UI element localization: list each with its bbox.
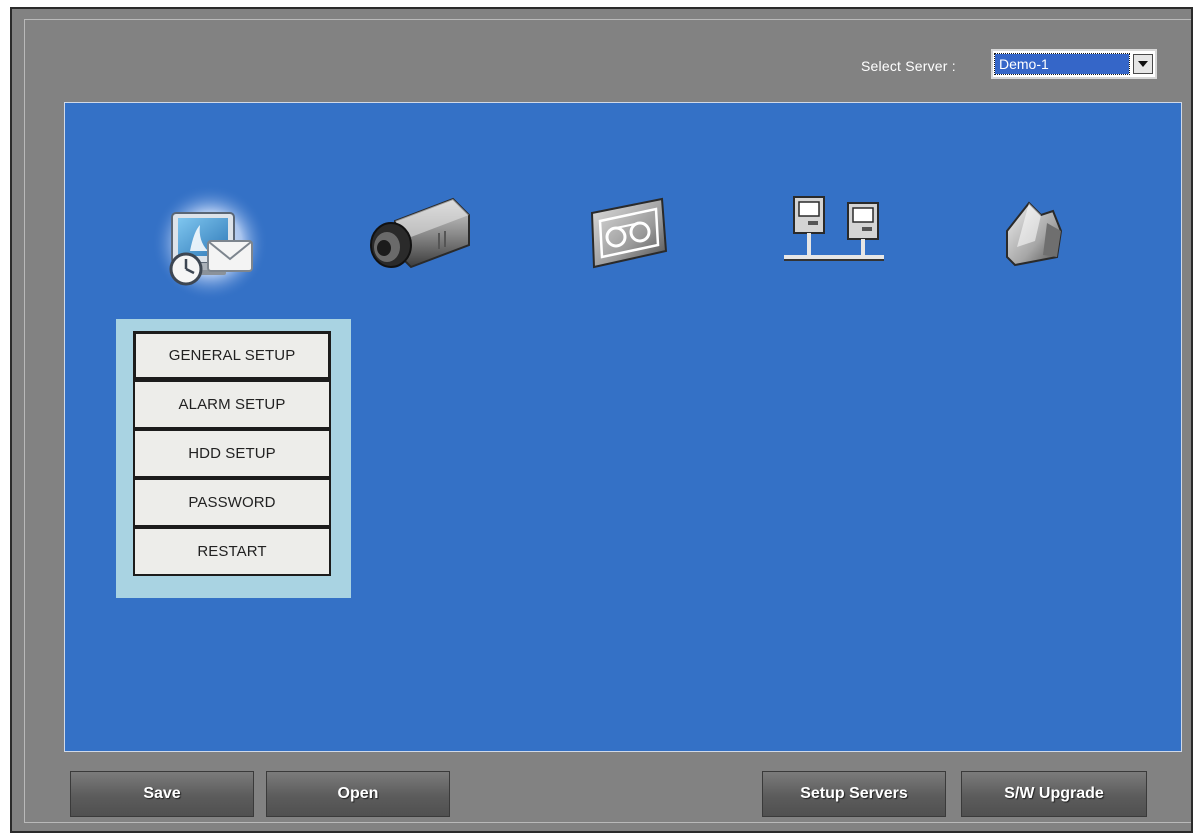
network-computers-icon[interactable] bbox=[780, 191, 890, 271]
select-server-label: Select Server : bbox=[861, 58, 956, 74]
sw-upgrade-button[interactable]: S/W Upgrade bbox=[961, 771, 1147, 817]
menu-alarm-setup[interactable]: ALARM SETUP bbox=[133, 380, 331, 429]
camera-icon[interactable] bbox=[365, 193, 475, 273]
tape-icon[interactable] bbox=[582, 193, 672, 273]
setup-servers-button[interactable]: Setup Servers bbox=[762, 771, 946, 817]
save-button[interactable]: Save bbox=[70, 771, 254, 817]
open-button[interactable]: Open bbox=[266, 771, 450, 817]
chevron-down-icon[interactable] bbox=[1133, 54, 1153, 74]
setup-panel: GENERAL SETUP ALARM SETUP HDD SETUP PASS… bbox=[64, 102, 1182, 752]
general-submenu: GENERAL SETUP ALARM SETUP HDD SETUP PASS… bbox=[116, 319, 351, 598]
menu-password[interactable]: PASSWORD bbox=[133, 478, 331, 527]
menu-general-setup[interactable]: GENERAL SETUP bbox=[133, 331, 331, 380]
menu-hdd-setup[interactable]: HDD SETUP bbox=[133, 429, 331, 478]
menu-restart[interactable]: RESTART bbox=[133, 527, 331, 576]
tools-icon[interactable] bbox=[995, 191, 1075, 276]
app-window: Select Server : Demo-1 GENERAL SETUP ALA… bbox=[10, 7, 1193, 833]
server-select-value[interactable]: Demo-1 bbox=[994, 53, 1130, 75]
monitor-clock-mail-icon[interactable] bbox=[150, 185, 270, 305]
server-select[interactable]: Demo-1 bbox=[991, 49, 1157, 79]
